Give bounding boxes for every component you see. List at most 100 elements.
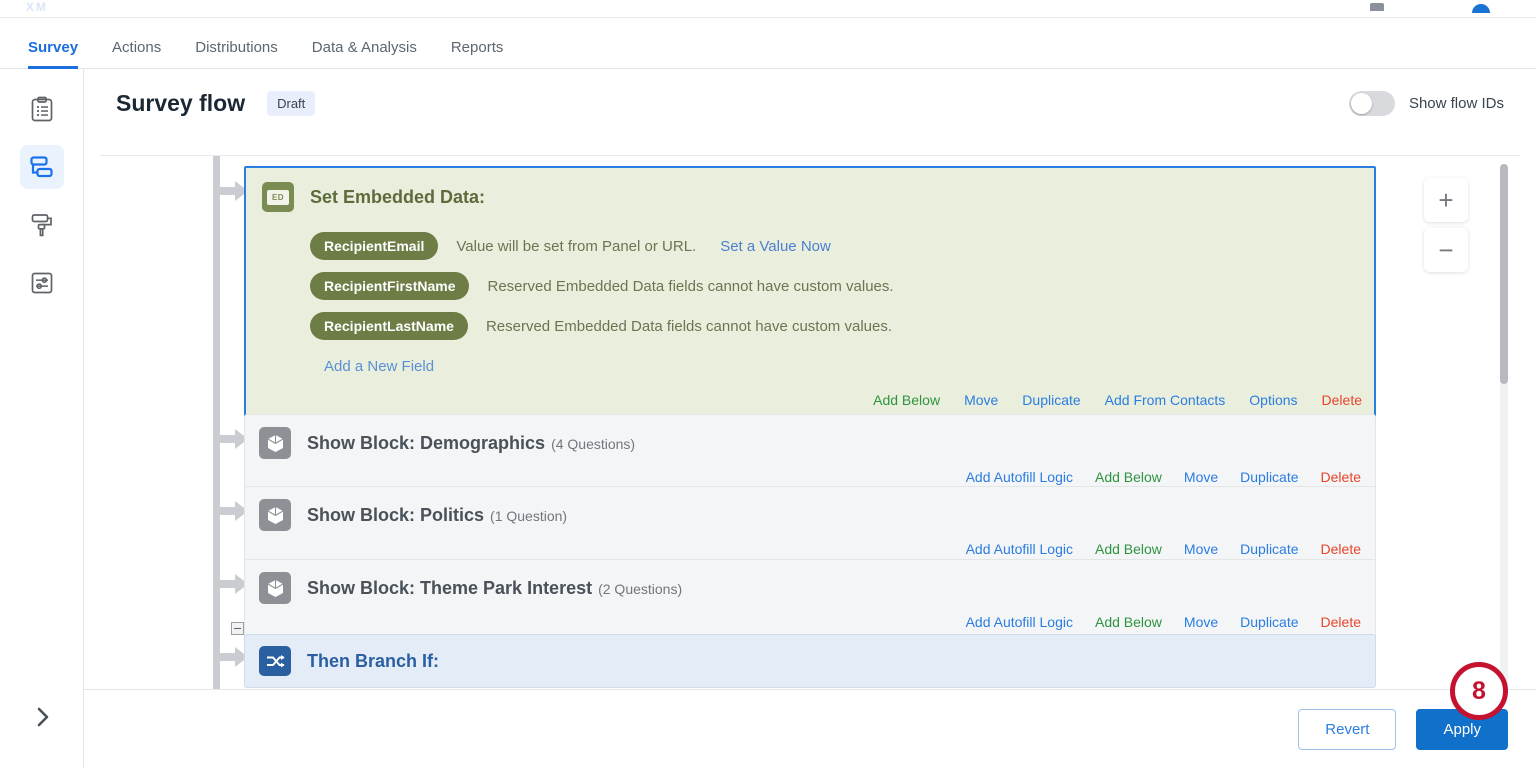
clipboard-icon	[31, 96, 52, 122]
page-header: Survey flow Draft Show flow IDs	[84, 69, 1536, 137]
tab-actions[interactable]: Actions	[112, 40, 183, 69]
block-title-name: Demographics	[420, 432, 546, 453]
flow-element-block-demographics[interactable]: Show Block: Demographics (4 Questions) Ad…	[244, 414, 1376, 494]
action-add-below[interactable]: Add Below	[1095, 469, 1162, 485]
embedded-field-name[interactable]: RecipientLastName	[310, 312, 468, 340]
embedded-data-title: Set Embedded Data:	[310, 186, 486, 207]
sidebar-item-survey-options[interactable]	[20, 261, 64, 305]
page-title: Survey flow	[116, 89, 246, 116]
canvas-zoom-controls: + −	[1424, 178, 1468, 272]
collapse-branch-button[interactable]	[231, 622, 244, 635]
action-add-below[interactable]: Add Below	[1095, 614, 1162, 630]
tab-data-and-analysis[interactable]: Data & Analysis	[312, 40, 439, 69]
cube-icon	[267, 506, 283, 524]
tab-survey[interactable]: Survey	[28, 40, 100, 69]
action-delete[interactable]: Delete	[1322, 392, 1362, 408]
block-title: Show Block: Demographics (4 Questions)	[307, 433, 635, 454]
block-question-count: (4 Questions)	[551, 435, 636, 452]
block-header: Show Block: Theme Park Interest (2 Questi…	[259, 572, 1361, 604]
main-tab-bar: Survey Actions Distributions Data & Anal…	[0, 18, 1536, 69]
branch-icon	[259, 646, 291, 676]
canvas-vertical-scrollbar[interactable]	[1500, 164, 1508, 716]
action-add-below[interactable]: Add Below	[1095, 541, 1162, 557]
embedded-data-body: ED Set Embedded Data: RecipientEmail Val…	[246, 168, 1374, 384]
chevron-right-icon	[37, 707, 49, 727]
action-options[interactable]: Options	[1249, 392, 1297, 408]
flow-element-block-politics[interactable]: Show Block: Politics (1 Question) Add Aut…	[244, 486, 1376, 566]
branch-arrows-icon	[266, 654, 285, 667]
user-avatar[interactable]	[1472, 4, 1490, 13]
embedded-data-icon: ED	[262, 182, 294, 212]
show-flow-ids-control: Show flow IDs	[1348, 91, 1504, 116]
action-add-autofill-logic[interactable]: Add Autofill Logic	[966, 614, 1073, 630]
block-title-name: Politics	[420, 504, 485, 525]
sliders-icon	[31, 272, 52, 294]
action-delete[interactable]: Delete	[1321, 469, 1361, 485]
show-flow-ids-toggle[interactable]	[1348, 91, 1395, 116]
scrollbar-thumb[interactable]	[1500, 164, 1508, 384]
annotation-step-badge: 8	[1450, 662, 1508, 720]
tab-distributions[interactable]: Distributions	[195, 40, 300, 69]
expand-sidebar-button[interactable]	[30, 704, 56, 730]
set-a-value-now-link[interactable]: Set a Value Now	[720, 238, 831, 255]
action-move[interactable]: Move	[964, 392, 998, 408]
block-header: Show Block: Politics (1 Question)	[259, 499, 1361, 531]
action-duplicate[interactable]: Duplicate	[1240, 614, 1298, 630]
survey-flow-icon	[30, 156, 53, 178]
action-add-autofill-logic[interactable]: Add Autofill Logic	[966, 469, 1073, 485]
block-title-name: Theme Park Interest	[420, 577, 593, 598]
add-a-new-field-link[interactable]: Add a New Field	[324, 358, 434, 375]
flow-element-embedded-data[interactable]: ED Set Embedded Data: RecipientEmail Val…	[244, 166, 1376, 420]
footer-action-bar: Revert Apply	[84, 689, 1536, 768]
block-title-prefix: Show Block:	[307, 504, 421, 525]
block-actions: Add Autofill Logic Add Below Move Duplic…	[259, 459, 1361, 485]
action-add-from-contacts[interactable]: Add From Contacts	[1105, 392, 1226, 408]
revert-button[interactable]: Revert	[1298, 708, 1397, 750]
action-duplicate[interactable]: Duplicate	[1240, 541, 1298, 557]
embedded-field-note: Reserved Embedded Data fields cannot hav…	[487, 277, 894, 295]
embedded-data-actions: Add Below Move Duplicate Add From Contac…	[246, 384, 1374, 418]
main-content: Survey flow Draft Show flow IDs ED Set E…	[84, 69, 1536, 768]
action-move[interactable]: Move	[1184, 614, 1218, 630]
embedded-data-field-row: RecipientFirstName Reserved Embedded Dat…	[310, 266, 1358, 306]
block-icon	[259, 427, 291, 459]
action-delete[interactable]: Delete	[1321, 541, 1361, 557]
sidebar-item-survey-builder[interactable]	[20, 87, 64, 131]
action-move[interactable]: Move	[1184, 541, 1218, 557]
apps-grid-icon[interactable]	[1370, 3, 1384, 11]
toggle-knob	[1350, 93, 1372, 114]
block-title-prefix: Show Block:	[307, 577, 421, 598]
block-actions: Add Autofill Logic Add Below Move Duplic…	[259, 531, 1361, 557]
action-duplicate[interactable]: Duplicate	[1022, 392, 1080, 408]
block-question-count: (2 Questions)	[598, 580, 683, 597]
embedded-data-field-row: RecipientLastName Reserved Embedded Data…	[310, 306, 1358, 346]
embedded-field-name[interactable]: RecipientFirstName	[310, 272, 470, 300]
embedded-field-note: Reserved Embedded Data fields cannot hav…	[485, 317, 892, 335]
action-duplicate[interactable]: Duplicate	[1240, 469, 1298, 485]
left-icon-rail	[0, 69, 84, 768]
action-move[interactable]: Move	[1184, 469, 1218, 485]
top-utility-bar: XM	[0, 0, 1536, 18]
cube-icon	[267, 579, 283, 597]
action-add-below[interactable]: Add Below	[873, 392, 940, 408]
action-add-autofill-logic[interactable]: Add Autofill Logic	[966, 541, 1073, 557]
paint-roller-icon	[31, 214, 52, 237]
embedded-field-name[interactable]: RecipientEmail	[310, 232, 439, 260]
brand-logo[interactable]: XM	[26, 2, 48, 11]
sidebar-item-survey-flow[interactable]	[19, 145, 64, 189]
block-actions: Add Autofill Logic Add Below Move Duplic…	[259, 604, 1361, 630]
block-header: Show Block: Demographics (4 Questions)	[259, 427, 1361, 459]
status-badge: Draft	[267, 90, 316, 116]
tab-reports[interactable]: Reports	[451, 40, 526, 69]
zoom-in-button[interactable]: +	[1424, 178, 1468, 222]
sidebar-item-look-and-feel[interactable]	[20, 203, 64, 247]
branch-title: Then Branch If:	[307, 650, 440, 671]
block-title-prefix: Show Block:	[307, 432, 421, 453]
block-question-count: (1 Question)	[490, 507, 568, 524]
action-delete[interactable]: Delete	[1321, 614, 1361, 630]
embedded-data-field-row: RecipientEmail Value will be set from Pa…	[310, 226, 1358, 266]
embedded-data-header: ED Set Embedded Data:	[262, 182, 1358, 212]
flow-element-branch[interactable]: Then Branch If:	[244, 634, 1376, 688]
zoom-out-button[interactable]: −	[1424, 228, 1468, 272]
flow-element-block-theme-park-interest[interactable]: Show Block: Theme Park Interest (2 Questi…	[244, 559, 1376, 639]
